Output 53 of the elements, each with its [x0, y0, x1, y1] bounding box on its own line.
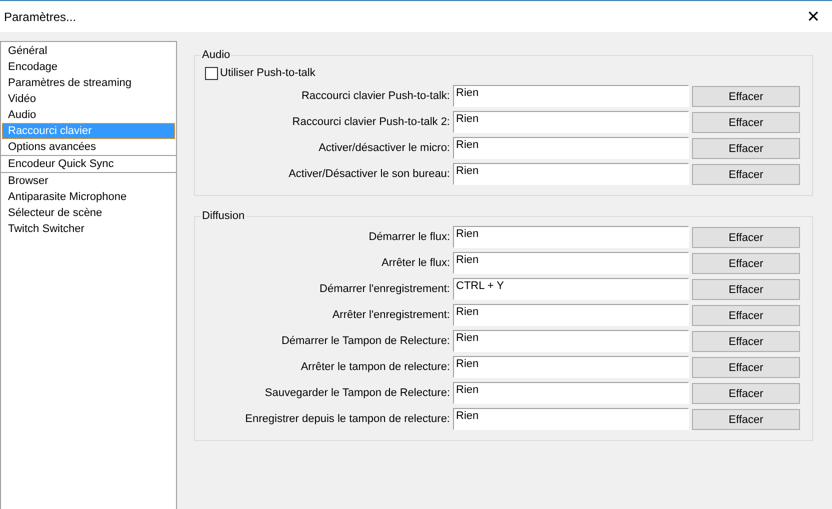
hotkey-label: Raccourci clavier Push-to-talk: — [300, 90, 450, 102]
hotkey-label: Arrêter le tampon de relecture: — [300, 361, 450, 373]
clear-button[interactable]: Effacer — [692, 164, 800, 185]
hotkey-field[interactable]: Rien — [453, 356, 689, 378]
hotkey-label: Arrêter l'enregistrement: — [331, 309, 450, 321]
sidebar-item[interactable]: Options avancées — [2, 139, 175, 155]
hotkey-field[interactable]: Rien — [453, 252, 689, 274]
checkbox[interactable] — [205, 66, 218, 80]
hotkey-label: Raccourci clavier Push-to-talk 2: — [291, 116, 450, 128]
sidebar-item[interactable]: Vidéo — [2, 91, 175, 107]
sidebar-item[interactable]: Twitch Switcher — [2, 221, 175, 237]
hotkey-field[interactable]: Rien — [453, 226, 689, 248]
clear-button[interactable]: Effacer — [692, 305, 800, 326]
clear-button[interactable]: Effacer — [692, 331, 800, 352]
sidebar-item[interactable]: Sélecteur de scène — [2, 205, 175, 221]
hotkey-field[interactable]: Rien — [453, 137, 689, 159]
sidebar-item[interactable]: Encodeur Quick Sync — [2, 156, 175, 172]
clear-button[interactable]: Effacer — [692, 279, 800, 300]
hotkey-label: Démarrer le flux: — [368, 231, 450, 243]
hotkey-field[interactable]: Rien — [453, 408, 689, 430]
clear-button[interactable]: Effacer — [692, 383, 800, 404]
clear-button[interactable]: Effacer — [692, 409, 800, 430]
sidebar-item[interactable]: Antiparasite Microphone — [2, 189, 175, 205]
clear-button[interactable]: Effacer — [692, 138, 800, 159]
clear-button[interactable]: Effacer — [692, 86, 800, 107]
hotkey-label: Démarrer le Tampon de Relecture: — [280, 335, 450, 347]
group-title: Diffusion — [201, 210, 246, 222]
clear-button[interactable]: Effacer — [692, 112, 800, 133]
hotkey-field[interactable]: Rien — [453, 163, 689, 185]
clear-button[interactable]: Effacer — [692, 227, 800, 248]
hotkey-label: Arrêter le flux: — [380, 257, 450, 269]
checkbox-label: Utiliser Push-to-talk — [220, 67, 316, 79]
close-button[interactable]: ✕ — [800, 7, 826, 26]
hotkey-field[interactable]: Rien — [453, 330, 689, 352]
hotkey-label: Sauvegarder le Tampon de Relecture: — [264, 387, 450, 399]
sidebar-item[interactable]: Audio — [2, 107, 175, 123]
hotkey-label: Enregistrer depuis le tampon de relecture: — [244, 413, 450, 425]
hotkey-label: Démarrer l'enregistrement: — [318, 283, 450, 295]
hotkey-field[interactable]: CTRL + Y — [453, 278, 689, 300]
clear-button[interactable]: Effacer — [692, 253, 800, 274]
hotkey-field[interactable]: Rien — [453, 111, 689, 133]
sidebar-item[interactable]: Browser — [2, 173, 175, 189]
group-title: Audio — [201, 49, 232, 61]
sidebar-item[interactable]: Général — [2, 43, 175, 59]
hotkey-field[interactable]: Rien — [453, 85, 689, 107]
sidebar-item[interactable]: Paramètres de streaming — [2, 75, 175, 91]
hotkey-label: Activer/désactiver le micro: — [318, 142, 450, 154]
sidebar-item[interactable]: Encodage — [2, 59, 175, 75]
hotkey-label: Activer/Désactiver le son bureau: — [288, 168, 450, 180]
hotkey-field[interactable]: Rien — [453, 304, 689, 326]
hotkey-field[interactable]: Rien — [453, 382, 689, 404]
window-title: Paramètres... — [4, 10, 76, 24]
clear-button[interactable]: Effacer — [692, 357, 800, 378]
